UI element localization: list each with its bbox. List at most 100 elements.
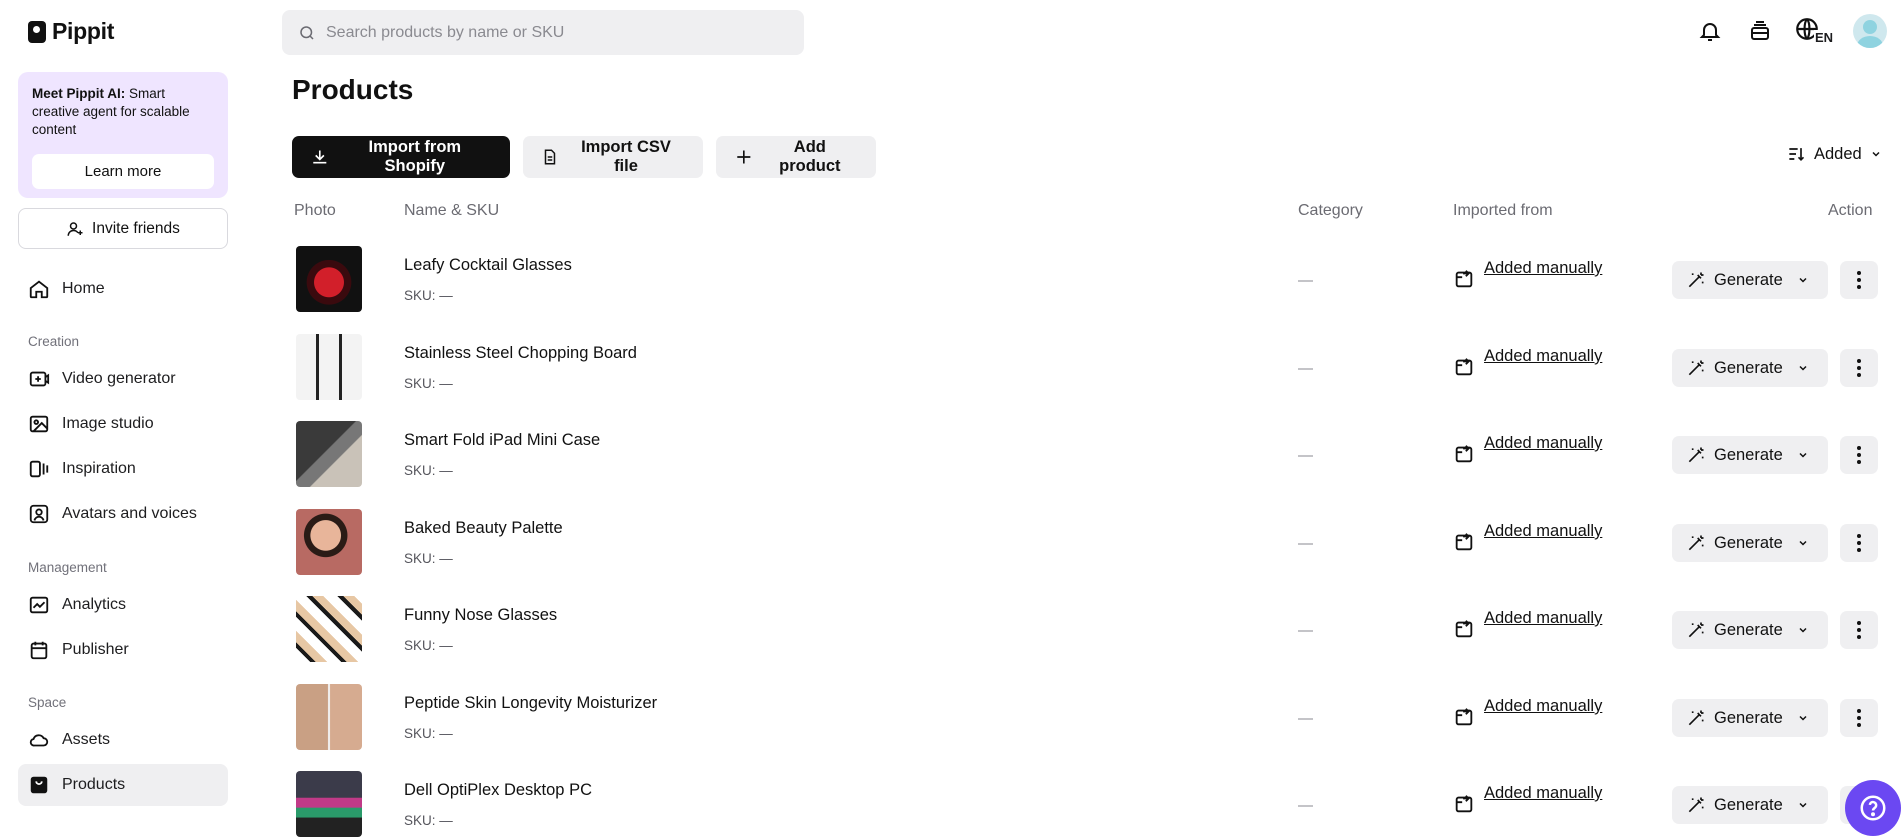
table-row[interactable]: Peptide Skin Longevity Moisturizer SKU: … [292, 684, 1882, 772]
download-icon [310, 147, 330, 167]
more-vertical-icon [1856, 270, 1862, 290]
more-options-button[interactable] [1840, 436, 1878, 474]
sidebar: Pippit Meet Pippit AI: Smart creative ag… [0, 0, 240, 840]
product-name[interactable]: Stainless Steel Chopping Board [404, 344, 637, 363]
table-row[interactable]: Dell OptiPlex Desktop PC SKU: — — Added … [292, 771, 1882, 840]
more-vertical-icon [1856, 358, 1862, 378]
sort-icon [1786, 144, 1806, 164]
generate-label: Generate [1714, 534, 1783, 553]
sidebar-item-avatars-and-voices[interactable]: Avatars and voices [18, 493, 228, 535]
imported-from-link[interactable]: Added manually [1484, 606, 1604, 630]
product-thumbnail[interactable] [296, 771, 362, 837]
product-thumbnail[interactable] [296, 334, 362, 400]
sidebar-item-analytics[interactable]: Analytics [18, 584, 228, 626]
imported-from-link[interactable]: Added manually [1484, 256, 1604, 280]
import-from-shopify-button[interactable]: Import from Shopify [292, 136, 510, 178]
generate-button[interactable]: Generate [1672, 699, 1828, 737]
product-thumbnail[interactable] [296, 421, 362, 487]
imported-from-link[interactable]: Added manually [1484, 344, 1604, 368]
pippit-logo-icon [28, 21, 46, 43]
column-header-name: Name & SKU [404, 202, 499, 220]
page-title: Products [292, 74, 413, 106]
imported-from-link[interactable]: Added manually [1484, 694, 1604, 718]
manual-import-icon [1453, 268, 1475, 290]
sidebar-item-products[interactable]: Products [18, 764, 228, 806]
table-row[interactable]: Stainless Steel Chopping Board SKU: — — … [292, 334, 1882, 422]
imported-from-link[interactable]: Added manually [1484, 519, 1604, 543]
product-category: — [1298, 447, 1313, 464]
product-sku: SKU: — [404, 813, 453, 828]
product-thumbnail[interactable] [296, 509, 362, 575]
add-product-button[interactable]: Add product [716, 136, 876, 178]
search-input[interactable] [326, 24, 786, 42]
product-category: — [1298, 360, 1313, 377]
layers-button[interactable] [1745, 16, 1775, 46]
product-name[interactable]: Baked Beauty Palette [404, 519, 563, 538]
import-csv-button[interactable]: Import CSV file [523, 136, 703, 178]
file-icon [541, 147, 559, 167]
magic-wand-icon [1686, 708, 1706, 728]
user-avatar[interactable] [1853, 14, 1887, 48]
manual-import-icon [1453, 443, 1475, 465]
chevron-down-icon [1797, 274, 1809, 286]
calendar-icon [28, 639, 50, 661]
product-thumbnail[interactable] [296, 246, 362, 312]
table-row[interactable]: Funny Nose Glasses SKU: — — Added manual… [292, 596, 1882, 684]
product-bag-icon [28, 774, 50, 796]
invite-friends-button[interactable]: Invite friends [18, 208, 228, 249]
sidebar-item-label: Publisher [62, 641, 129, 659]
generate-button[interactable]: Generate [1672, 436, 1828, 474]
product-category: — [1298, 272, 1313, 289]
product-name[interactable]: Funny Nose Glasses [404, 606, 557, 625]
sidebar-item-publisher[interactable]: Publisher [18, 629, 228, 671]
generate-button[interactable]: Generate [1672, 349, 1828, 387]
sort-label: Added [1814, 145, 1862, 164]
help-button[interactable] [1845, 780, 1901, 836]
generate-button[interactable]: Generate [1672, 261, 1828, 299]
product-name[interactable]: Smart Fold iPad Mini Case [404, 431, 600, 450]
table-row[interactable]: Smart Fold iPad Mini Case SKU: — — Added… [292, 421, 1882, 509]
language-button[interactable]: EN [1794, 14, 1834, 48]
more-options-button[interactable] [1840, 349, 1878, 387]
column-header-photo: Photo [294, 202, 336, 220]
notifications-button[interactable] [1695, 16, 1725, 46]
sidebar-item-video-generator[interactable]: Video generator [18, 358, 228, 400]
sidebar-item-label: Image studio [62, 415, 154, 433]
sidebar-item-image-studio[interactable]: Image studio [18, 403, 228, 445]
table-row[interactable]: Leafy Cocktail Glasses SKU: — — Added ma… [292, 246, 1882, 334]
generate-button[interactable]: Generate [1672, 786, 1828, 824]
manual-import-icon [1453, 793, 1475, 815]
learn-more-button[interactable]: Learn more [32, 154, 214, 189]
sidebar-item-assets[interactable]: Assets [18, 719, 228, 761]
magic-wand-icon [1686, 795, 1706, 815]
more-options-button[interactable] [1840, 261, 1878, 299]
imported-from-link[interactable]: Added manually [1484, 431, 1604, 455]
help-icon [1858, 793, 1888, 823]
generate-label: Generate [1714, 709, 1783, 728]
add-user-icon [66, 220, 84, 238]
plus-icon [734, 147, 754, 167]
generate-label: Generate [1714, 359, 1783, 378]
sidebar-item-inspiration[interactable]: Inspiration [18, 448, 228, 490]
table-row[interactable]: Baked Beauty Palette SKU: — — Added manu… [292, 509, 1882, 597]
column-header-imported-from: Imported from [1453, 202, 1553, 220]
sort-dropdown[interactable]: Added [1786, 144, 1882, 164]
product-thumbnail[interactable] [296, 684, 362, 750]
product-name[interactable]: Dell OptiPlex Desktop PC [404, 781, 592, 800]
generate-label: Generate [1714, 621, 1783, 640]
chevron-down-icon [1797, 449, 1809, 461]
brand-logo[interactable]: Pippit [28, 18, 114, 45]
generate-button[interactable]: Generate [1672, 524, 1828, 562]
chevron-down-icon [1797, 362, 1809, 374]
product-category: — [1298, 797, 1313, 814]
imported-from-link[interactable]: Added manually [1484, 781, 1604, 805]
product-name[interactable]: Leafy Cocktail Glasses [404, 256, 572, 275]
more-options-button[interactable] [1840, 524, 1878, 562]
more-options-button[interactable] [1840, 611, 1878, 649]
more-options-button[interactable] [1840, 699, 1878, 737]
product-name[interactable]: Peptide Skin Longevity Moisturizer [404, 694, 657, 713]
sidebar-item-label: Avatars and voices [62, 505, 197, 523]
sidebar-item-home[interactable]: Home [18, 268, 228, 310]
product-thumbnail[interactable] [296, 596, 362, 662]
generate-button[interactable]: Generate [1672, 611, 1828, 649]
